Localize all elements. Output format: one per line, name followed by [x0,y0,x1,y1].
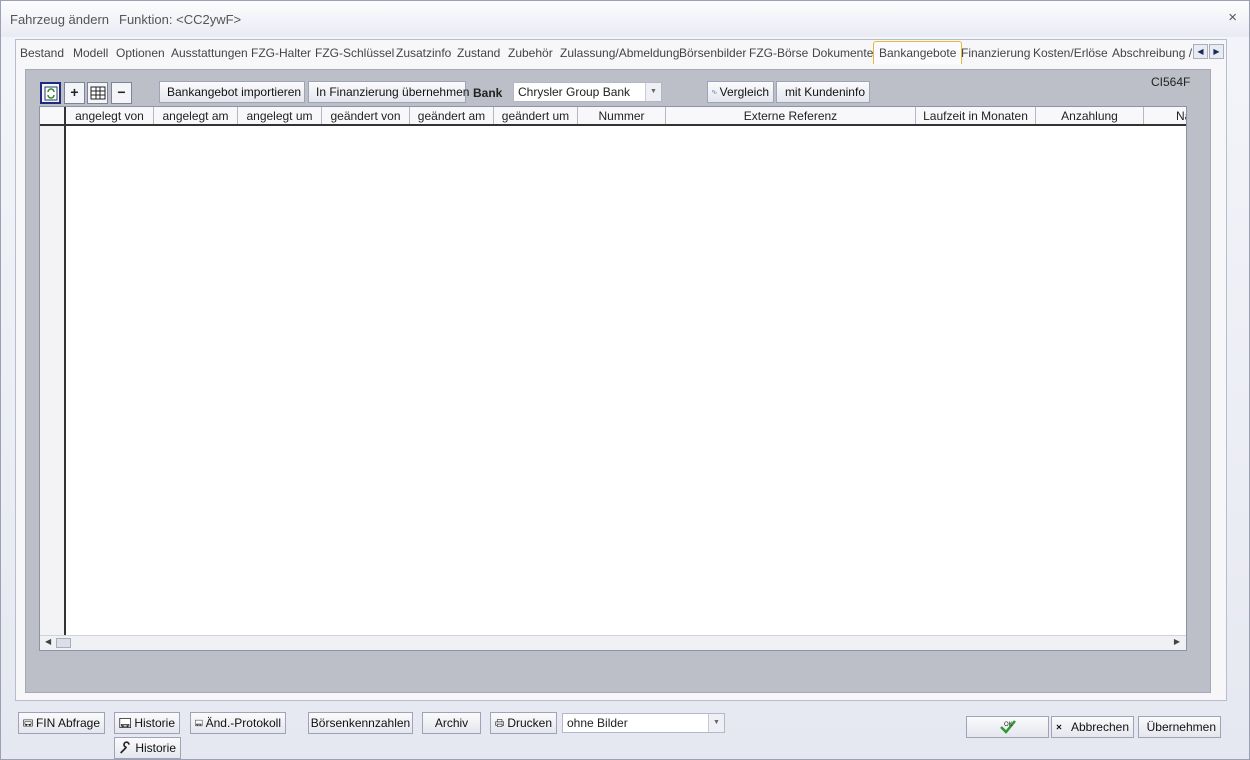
column-header[interactable]: geändert um [494,107,578,124]
compare-button[interactable]: Vergleich [707,81,774,103]
fin-query-button[interactable]: FIN Abfrage [18,712,105,734]
offers-grid[interactable]: angelegt von angelegt am angelegt um geä… [39,106,1187,651]
ok-check-icon: OK [999,720,1016,734]
history-button[interactable]: Historie [114,712,180,734]
refresh-icon [44,86,57,101]
bank-select-value: Chrysler Group Bank [518,85,631,99]
history-service-label: Historie [135,741,176,755]
refresh-button[interactable] [40,82,61,104]
tab-fzg-halter[interactable]: FZG-Halter [251,46,311,60]
compare-icon [712,90,717,94]
window: Fahrzeug ändern Funktion: <CC2ywF> × Best… [0,0,1250,760]
exchange-figures-label: Börsenkennzahlen [310,716,411,730]
edit-grid-button[interactable] [87,82,108,104]
tab-zustand[interactable]: Zustand [457,46,500,60]
change-log-button[interactable]: Änd.-Protokoll [190,712,286,734]
compare-icon [781,91,782,93]
customer-info-label: mit Kundeninfo [784,85,865,99]
car-history-icon [195,719,203,727]
form-code: CI564F [1151,75,1191,89]
tab-fzg-boerse[interactable]: FZG-Börse [749,46,808,60]
cancel-label: Abbrechen [1070,720,1129,734]
grid-corner [40,107,66,124]
tab-zulassung[interactable]: Zulassung/Abmeldung [560,46,679,60]
horizontal-scrollbar[interactable]: ◀ ▶ [40,635,1186,650]
print-button[interactable]: Drucken [490,712,557,734]
customer-info-button[interactable]: mit Kundeninfo [776,81,870,103]
wrench-icon [120,741,130,754]
remove-button[interactable]: − [111,82,132,104]
import-offer-label: Bankangebot importieren [167,85,302,99]
printer-icon [495,719,505,727]
chevron-down-icon: ▼ [645,83,661,101]
chevron-down-icon: ▼ [708,714,724,732]
tab-bankangebote[interactable]: Bankangebote [873,41,963,64]
column-header[interactable]: angelegt am [154,107,238,124]
change-log-label: Änd.-Protokoll [205,716,281,730]
column-header[interactable]: Laufzeit in Monaten [916,107,1036,124]
transfer-to-financing-label: In Finanzierung übernehmen [316,85,470,99]
history-service-button[interactable]: Historie [114,737,181,759]
bank-select[interactable]: Chrysler Group Bank ▼ [513,82,662,102]
tab-strip: Bestand Modell Optionen Ausstattungen FZ… [15,40,1227,64]
exchange-figures-button[interactable]: Börsenkennzahlen [308,712,413,734]
row-header-column [40,126,66,636]
window-title-text: Fahrzeug ändern [10,12,110,27]
close-button[interactable]: × [1228,9,1237,26]
column-header[interactable]: geändert am [410,107,494,124]
apply-button[interactable]: Übernehmen [1138,716,1221,738]
ok-label: OK [1004,722,1013,728]
tab-optionen[interactable]: Optionen [116,46,165,60]
column-header[interactable]: Anzahlung [1036,107,1144,124]
add-button[interactable]: + [64,82,85,104]
tab-ausstattungen[interactable]: Ausstattungen [171,46,248,60]
tab-zubehoer[interactable]: Zubehör [508,46,553,60]
check-icon [1143,726,1144,728]
tab-scroll-left-icon[interactable]: ◀ [1193,44,1208,59]
print-label: Drucken [507,716,552,730]
tab-boersenbilder[interactable]: Börsenbilder [679,46,746,60]
print-option-select[interactable]: ohne Bilder ▼ [562,713,725,733]
history-label: Historie [134,716,175,730]
tab-zusatzinfo[interactable]: Zusatzinfo [396,46,451,60]
tab-abschreibung[interactable]: Abschreibung / V [1112,46,1194,60]
column-header[interactable]: Externe Referenz [666,107,916,124]
column-header[interactable]: geändert von [322,107,410,124]
column-header[interactable]: Nummer [578,107,666,124]
tab-kosten-erloese[interactable]: Kosten/Erlöse [1033,46,1108,60]
grid-edit-icon [90,86,105,100]
tab-bestand[interactable]: Bestand [20,46,64,60]
scroll-right-icon[interactable]: ▶ [1174,637,1180,646]
compare-label: Vergleich [719,85,769,99]
ok-button[interactable]: OK [966,716,1049,738]
title-bar: Fahrzeug ändern Funktion: <CC2ywF> × [1,1,1249,37]
archive-label: Archiv [434,716,469,730]
apply-label: Übernehmen [1146,720,1216,734]
tab-fzg-schluessel[interactable]: FZG-Schlüssel [315,46,394,60]
scroll-left-icon[interactable]: ◀ [45,637,51,646]
bank-label: Bank [473,86,503,100]
column-header[interactable]: angelegt um [238,107,322,124]
car-history-icon [119,717,131,729]
tab-finanzierung[interactable]: Finanzierung [961,46,1030,60]
cancel-button[interactable]: Abbrechen [1051,716,1134,738]
transfer-to-financing-button[interactable]: In Finanzierung übernehmen [308,81,470,103]
print-option-value: ohne Bilder [567,716,628,730]
archive-button[interactable]: Archiv [422,712,481,734]
grid-header: angelegt von angelegt am angelegt um geä… [40,107,1186,126]
column-header[interactable]: angelegt von [66,107,154,124]
car-icon [23,719,33,727]
window-title: Fahrzeug ändern Funktion: <CC2ywF> [10,12,241,27]
import-offer-button[interactable]: Bankangebot importieren [159,81,305,103]
function-code: Funktion: <CC2ywF> [119,12,242,27]
tab-dokumente[interactable]: Dokumente [812,46,873,60]
scroll-thumb[interactable] [56,638,71,648]
close-icon [1056,724,1062,730]
tab-modell[interactable]: Modell [73,46,108,60]
tab-scroll-right-icon[interactable]: ▶ [1209,44,1224,59]
column-header[interactable]: Na [1144,107,1186,124]
fin-query-label: FIN Abfrage [35,716,100,730]
